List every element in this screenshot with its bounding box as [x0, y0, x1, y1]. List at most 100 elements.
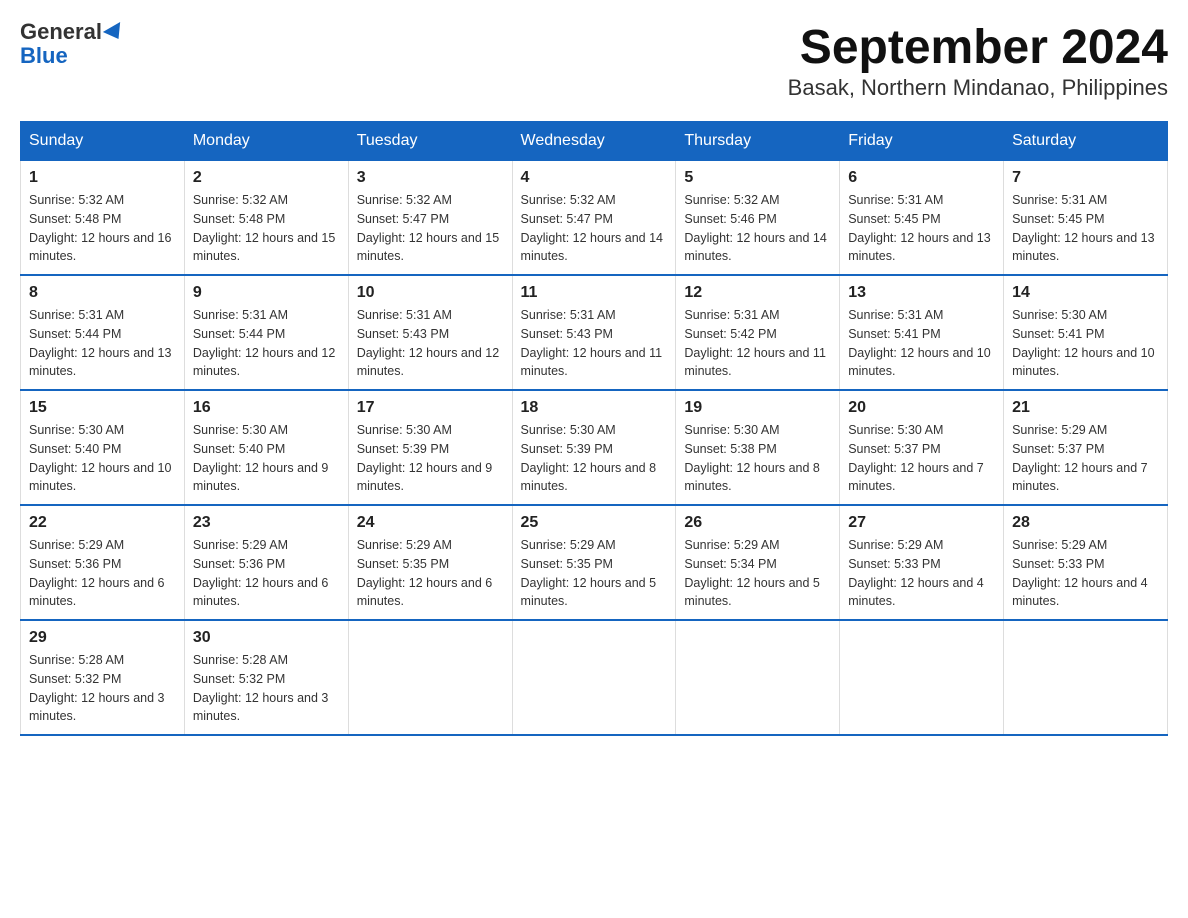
day-info: Sunrise: 5:29 AMSunset: 5:34 PMDaylight:…: [684, 536, 831, 611]
calendar-cell: 18 Sunrise: 5:30 AMSunset: 5:39 PMDayligh…: [512, 390, 676, 505]
day-number: 1: [29, 169, 176, 187]
calendar-cell: 20 Sunrise: 5:30 AMSunset: 5:37 PMDayligh…: [840, 390, 1004, 505]
calendar-cell: 11 Sunrise: 5:31 AMSunset: 5:43 PMDayligh…: [512, 275, 676, 390]
day-number: 22: [29, 514, 176, 532]
day-info: Sunrise: 5:31 AMSunset: 5:44 PMDaylight:…: [193, 306, 340, 381]
calendar-cell: [1004, 620, 1168, 735]
calendar-cell: [512, 620, 676, 735]
day-info: Sunrise: 5:31 AMSunset: 5:43 PMDaylight:…: [357, 306, 504, 381]
day-info: Sunrise: 5:31 AMSunset: 5:42 PMDaylight:…: [684, 306, 831, 381]
calendar-header-sunday: Sunday: [21, 122, 185, 161]
calendar-cell: 29Sunrise: 5:28 AMSunset: 5:32 PMDayligh…: [21, 620, 185, 735]
calendar-cell: 27 Sunrise: 5:29 AMSunset: 5:33 PMDayligh…: [840, 505, 1004, 620]
calendar-cell: 21 Sunrise: 5:29 AMSunset: 5:37 PMDayligh…: [1004, 390, 1168, 505]
calendar-cell: 3Sunrise: 5:32 AMSunset: 5:47 PMDaylight…: [348, 161, 512, 276]
day-info: Sunrise: 5:30 AMSunset: 5:38 PMDaylight:…: [684, 421, 831, 496]
calendar-header-row: SundayMondayTuesdayWednesdayThursdayFrid…: [21, 122, 1168, 161]
day-info: Sunrise: 5:30 AMSunset: 5:39 PMDaylight:…: [357, 421, 504, 496]
day-info: Sunrise: 5:30 AMSunset: 5:39 PMDaylight:…: [521, 421, 668, 496]
day-number: 17: [357, 399, 504, 417]
day-number: 11: [521, 284, 668, 302]
day-info: Sunrise: 5:31 AMSunset: 5:43 PMDaylight:…: [521, 306, 668, 381]
day-info: Sunrise: 5:30 AMSunset: 5:40 PMDaylight:…: [193, 421, 340, 496]
calendar-header-thursday: Thursday: [676, 122, 840, 161]
day-info: Sunrise: 5:31 AMSunset: 5:41 PMDaylight:…: [848, 306, 995, 381]
calendar-cell: [840, 620, 1004, 735]
logo-blue-text: Blue: [20, 44, 125, 68]
calendar-week-row-5: 29Sunrise: 5:28 AMSunset: 5:32 PMDayligh…: [21, 620, 1168, 735]
calendar-header-wednesday: Wednesday: [512, 122, 676, 161]
day-info: Sunrise: 5:29 AMSunset: 5:36 PMDaylight:…: [29, 536, 176, 611]
day-number: 8: [29, 284, 176, 302]
calendar-header-friday: Friday: [840, 122, 1004, 161]
calendar-cell: 15Sunrise: 5:30 AMSunset: 5:40 PMDayligh…: [21, 390, 185, 505]
calendar-cell: [348, 620, 512, 735]
day-number: 20: [848, 399, 995, 417]
day-number: 15: [29, 399, 176, 417]
day-info: Sunrise: 5:32 AMSunset: 5:47 PMDaylight:…: [521, 191, 668, 266]
day-number: 21: [1012, 399, 1159, 417]
day-info: Sunrise: 5:29 AMSunset: 5:33 PMDaylight:…: [1012, 536, 1159, 611]
calendar-week-row-2: 8 Sunrise: 5:31 AMSunset: 5:44 PMDaylight…: [21, 275, 1168, 390]
logo-general-text: General: [20, 19, 102, 44]
day-number: 27: [848, 514, 995, 532]
day-number: 23: [193, 514, 340, 532]
day-number: 24: [357, 514, 504, 532]
title-block: September 2024 Basak, Northern Mindanao,…: [788, 20, 1168, 101]
day-number: 10: [357, 284, 504, 302]
logo: General Blue: [20, 20, 125, 68]
day-number: 7: [1012, 169, 1159, 187]
day-number: 2: [193, 169, 340, 187]
day-number: 25: [521, 514, 668, 532]
day-number: 14: [1012, 284, 1159, 302]
calendar-week-row-3: 15 Sunrise: 5:30 AMSunset: 5:40 PMDayligh…: [21, 390, 1168, 505]
day-info: Sunrise: 5:30 AMSunset: 5:37 PMDaylight:…: [848, 421, 995, 496]
calendar-cell: 14 Sunrise: 5:30 AMSunset: 5:41 PMDayligh…: [1004, 275, 1168, 390]
page-subtitle: Basak, Northern Mindanao, Philippines: [788, 75, 1168, 101]
day-info: Sunrise: 5:30 AMSunset: 5:41 PMDaylight:…: [1012, 306, 1159, 381]
calendar-cell: 17 Sunrise: 5:30 AMSunset: 5:39 PMDayligh…: [348, 390, 512, 505]
day-info: Sunrise: 5:32 AMSunset: 5:48 PMDaylight:…: [29, 191, 176, 266]
calendar-header-monday: Monday: [184, 122, 348, 161]
calendar-header-tuesday: Tuesday: [348, 122, 512, 161]
day-info: Sunrise: 5:29 AMSunset: 5:35 PMDaylight:…: [357, 536, 504, 611]
day-info: Sunrise: 5:29 AMSunset: 5:35 PMDaylight:…: [521, 536, 668, 611]
day-info: Sunrise: 5:29 AMSunset: 5:37 PMDaylight:…: [1012, 421, 1159, 496]
calendar-cell: 25 Sunrise: 5:29 AMSunset: 5:35 PMDayligh…: [512, 505, 676, 620]
calendar-cell: 16 Sunrise: 5:30 AMSunset: 5:40 PMDayligh…: [184, 390, 348, 505]
calendar-cell: 9 Sunrise: 5:31 AMSunset: 5:44 PMDaylight…: [184, 275, 348, 390]
calendar-cell: 19 Sunrise: 5:30 AMSunset: 5:38 PMDayligh…: [676, 390, 840, 505]
calendar-header-saturday: Saturday: [1004, 122, 1168, 161]
day-info: Sunrise: 5:31 AMSunset: 5:45 PMDaylight:…: [1012, 191, 1159, 266]
calendar-week-row-4: 22 Sunrise: 5:29 AMSunset: 5:36 PMDayligh…: [21, 505, 1168, 620]
calendar-cell: 23 Sunrise: 5:29 AMSunset: 5:36 PMDayligh…: [184, 505, 348, 620]
calendar-cell: 30Sunrise: 5:28 AMSunset: 5:32 PMDayligh…: [184, 620, 348, 735]
calendar-week-row-1: 1 Sunrise: 5:32 AMSunset: 5:48 PMDaylight…: [21, 161, 1168, 276]
day-number: 12: [684, 284, 831, 302]
day-number: 19: [684, 399, 831, 417]
day-number: 28: [1012, 514, 1159, 532]
day-number: 30: [193, 629, 340, 647]
day-info: Sunrise: 5:31 AMSunset: 5:45 PMDaylight:…: [848, 191, 995, 266]
day-info: Sunrise: 5:29 AMSunset: 5:33 PMDaylight:…: [848, 536, 995, 611]
day-info: Sunrise: 5:29 AMSunset: 5:36 PMDaylight:…: [193, 536, 340, 611]
day-number: 18: [521, 399, 668, 417]
calendar-cell: 12 Sunrise: 5:31 AMSunset: 5:42 PMDayligh…: [676, 275, 840, 390]
calendar-cell: 26 Sunrise: 5:29 AMSunset: 5:34 PMDayligh…: [676, 505, 840, 620]
calendar-cell: 8 Sunrise: 5:31 AMSunset: 5:44 PMDaylight…: [21, 275, 185, 390]
calendar-cell: 2 Sunrise: 5:32 AMSunset: 5:48 PMDaylight…: [184, 161, 348, 276]
day-number: 29: [29, 629, 176, 647]
day-number: 16: [193, 399, 340, 417]
day-number: 9: [193, 284, 340, 302]
day-number: 5: [684, 169, 831, 187]
day-number: 4: [521, 169, 668, 187]
calendar-cell: 22 Sunrise: 5:29 AMSunset: 5:36 PMDayligh…: [21, 505, 185, 620]
day-number: 26: [684, 514, 831, 532]
calendar-cell: [676, 620, 840, 735]
calendar-cell: 5Sunrise: 5:32 AMSunset: 5:46 PMDaylight…: [676, 161, 840, 276]
logo-triangle-icon: [103, 22, 127, 44]
day-info: Sunrise: 5:31 AMSunset: 5:44 PMDaylight:…: [29, 306, 176, 381]
day-number: 13: [848, 284, 995, 302]
day-info: Sunrise: 5:32 AMSunset: 5:48 PMDaylight:…: [193, 191, 340, 266]
day-number: 6: [848, 169, 995, 187]
